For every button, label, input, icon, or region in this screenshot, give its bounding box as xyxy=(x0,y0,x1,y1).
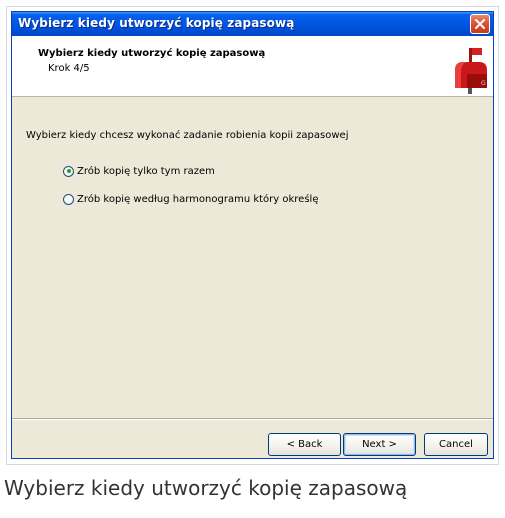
close-icon xyxy=(475,19,485,29)
wizard-dialog: Wybierz kiedy utworzyć kopię zapasową Wy… xyxy=(11,11,494,459)
option-schedule-label[interactable]: Zrób kopię według harmonogramu który okr… xyxy=(77,194,318,205)
next-button[interactable]: Next > xyxy=(343,433,416,456)
option-once[interactable]: Zrób kopię tylko tym razem xyxy=(63,164,215,178)
svg-text:G: G xyxy=(481,80,486,87)
image-caption: Wybierz kiedy utworzyć kopię zapasową xyxy=(4,476,408,500)
option-once-label[interactable]: Zrób kopię tylko tym razem xyxy=(77,166,215,177)
footer-separator xyxy=(12,418,493,420)
close-button[interactable] xyxy=(470,14,490,34)
cancel-button[interactable]: Cancel xyxy=(424,433,488,456)
wizard-header: Wybierz kiedy utworzyć kopię zapasową Kr… xyxy=(12,36,493,97)
title-bar[interactable]: Wybierz kiedy utworzyć kopię zapasową xyxy=(12,12,493,36)
option-schedule[interactable]: Zrób kopię według harmonogramu który okr… xyxy=(63,192,318,206)
step-indicator: Krok 4/5 xyxy=(48,63,90,74)
radio-button-checked[interactable] xyxy=(63,165,74,177)
header-title: Wybierz kiedy utworzyć kopię zapasową xyxy=(38,48,266,59)
back-button[interactable]: < Back xyxy=(268,433,341,456)
window-title: Wybierz kiedy utworzyć kopię zapasową xyxy=(18,16,295,30)
radio-button-unchecked[interactable] xyxy=(63,193,74,205)
mailbox-icon: G xyxy=(455,48,487,94)
instruction-text: Wybierz kiedy chcesz wykonać zadanie rob… xyxy=(26,130,349,141)
